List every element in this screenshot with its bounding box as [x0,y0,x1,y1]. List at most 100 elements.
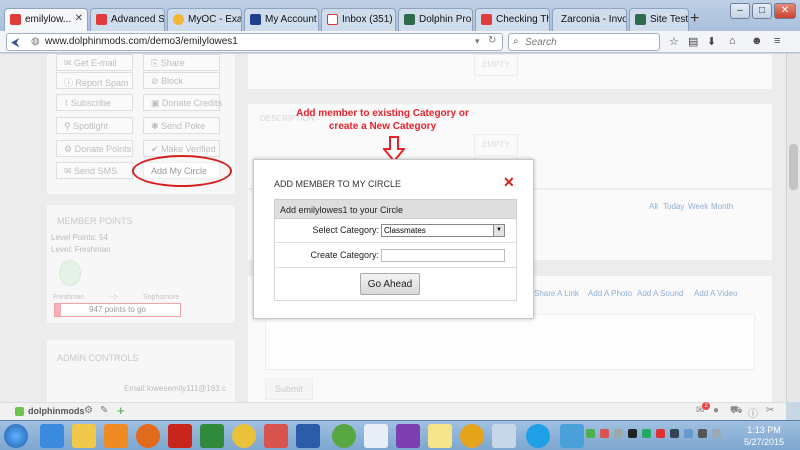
search-placeholder: Search [525,37,557,48]
red-app-icon[interactable] [264,424,288,448]
windows-taskbar: 1:13 PM 5/27/2015 [0,420,800,450]
subscribe-button[interactable]: ⌇ Subscribe [56,94,133,111]
folder-icon[interactable] [72,424,96,448]
button-label: Donate Credits [162,98,223,108]
minimize-button[interactable]: – [730,3,750,19]
paypal-icon [250,14,261,25]
tray-icon[interactable] [628,429,637,438]
tab-emilylowes[interactable]: emilylow... ✕ [4,8,88,32]
download-icon[interactable]: ⬇ [707,35,716,48]
notification-badge: 2 [702,402,710,410]
donate-credits-button[interactable]: ▣ Donate Credits [143,94,223,111]
reload-icon[interactable]: ↻ [488,35,496,46]
chat-icon[interactable]: ☻ [751,35,763,47]
filter-month[interactable]: Month [711,202,733,211]
url-bar[interactable]: ⮜ ◍ www.dolphinmods.com/demo3/emilylowes… [6,33,503,51]
filter-week[interactable]: Week [688,202,708,211]
search-icon: ⌕ [513,36,519,47]
send-poke-button[interactable]: ✱ Send Poke [143,117,220,134]
tools-icon[interactable] [492,424,516,448]
filter-all[interactable]: All [649,202,658,211]
tray-icon[interactable] [600,429,609,438]
tab-myoc-exams[interactable]: MyOC - Exams [167,8,242,31]
email-value: lowesemily111@163.c [147,384,226,393]
tray-icon[interactable] [586,429,595,438]
member-points-panel: MEMBER POINTS Level Points: 54 Level: Fr… [47,205,235,323]
sticky-notes-icon[interactable] [428,424,452,448]
spotlight-button[interactable]: ⚲ Spotlight [56,117,133,134]
tray-icon[interactable] [684,429,693,438]
system-clock[interactable]: 1:13 PM 5/27/2015 [736,424,792,448]
page-scrollbar[interactable] [786,54,800,402]
divider [275,267,516,268]
user-icon[interactable]: ● [713,405,719,416]
chrome-icon[interactable] [232,424,256,448]
gear-icon[interactable]: ⚙ [84,405,93,416]
bookmarks-icon[interactable]: ▤ [688,35,698,48]
dropdown-icon[interactable]: ▾ [475,36,480,47]
post-textarea[interactable] [265,314,755,370]
menu-icon[interactable]: ≡ [774,35,780,47]
filter-today[interactable]: Today [663,202,684,211]
wrench-icon[interactable]: ✂ [766,405,774,416]
add-photo-link[interactable]: Add A Photo [588,289,632,298]
word-icon[interactable] [296,424,320,448]
close-tab-icon[interactable]: ✕ [75,13,83,24]
tab-dolphin-pro[interactable]: Dolphin Pro ... [398,8,473,31]
tray-icon[interactable] [670,429,679,438]
tray-icon[interactable] [712,429,721,438]
maximize-button[interactable]: □ [752,3,772,19]
start-button[interactable] [4,424,28,448]
frog-icon[interactable] [332,424,356,448]
add-icon[interactable]: + [117,403,125,418]
donate-points-button[interactable]: ⚙ Donate Points [56,140,133,157]
network-icon[interactable] [560,424,584,448]
report-spam-button[interactable]: ⓘ Report Spam [56,72,133,89]
add-sound-link[interactable]: Add A Sound [637,289,683,298]
new-tab-button[interactable]: + [690,10,699,28]
home-icon[interactable]: ⌂ [729,35,736,47]
filezilla-icon[interactable] [168,424,192,448]
go-ahead-button[interactable]: Go Ahead [360,273,420,295]
edit-icon[interactable]: ✎ [100,405,108,416]
tab-inbox[interactable]: Inbox (351) - ... [321,8,396,31]
close-window-button[interactable]: ✕ [774,3,796,19]
firefox-icon[interactable] [136,424,160,448]
media-player-icon[interactable] [104,424,128,448]
alert-icon[interactable]: ⓘ [748,405,758,420]
tab-my-account[interactable]: My Account ... [244,8,319,31]
close-icon[interactable]: ✕ [503,174,515,191]
get-email-button[interactable]: ✉ Get E-mail [56,54,133,71]
tray-icon[interactable] [698,429,707,438]
send-sms-button[interactable]: ✉ Send SMS [56,162,133,179]
url-text: www.dolphinmods.com/demo3/emilylowes1 [45,36,238,47]
cart-icon[interactable]: ⛟ [730,405,743,418]
skype-icon[interactable] [526,424,550,448]
tab-advanced-search[interactable]: Advanced Se... [90,8,165,31]
create-category-input[interactable] [381,249,505,262]
star-bookmark-icon[interactable]: ☆ [669,35,679,48]
tab-checking[interactable]: Checking Thi... [475,8,550,31]
ie-icon[interactable] [40,424,64,448]
tray-icon[interactable] [614,429,623,438]
uc-icon[interactable] [460,424,484,448]
category-select[interactable]: Classmates ▼ [381,224,505,237]
tray-icon[interactable] [642,429,651,438]
back-arrow-icon[interactable]: ⮜ [11,35,20,50]
tab-zarconia[interactable]: Zarconia - Invoic... [552,8,627,31]
chevron-down-icon[interactable]: ▼ [493,225,504,236]
visual-studio-icon[interactable] [396,424,420,448]
tab-site-testimonials[interactable]: Site Testimo... [629,8,689,31]
site-logo-icon [15,407,24,416]
submit-button[interactable]: Submit [265,378,313,400]
add-video-link[interactable]: Add A Video [694,289,737,298]
tray-icon[interactable] [656,429,665,438]
block-button[interactable]: ⊘ Block [143,72,220,89]
search-box[interactable]: ⌕ Search [508,33,660,51]
excel-icon[interactable] [200,424,224,448]
share-button[interactable]: ⎘ Share [143,54,220,71]
share-link-link[interactable]: Share A Link [534,289,579,298]
site-name[interactable]: dolphinmods [28,406,85,416]
scrollbar-thumb[interactable] [789,144,798,190]
translator-icon[interactable] [364,424,388,448]
